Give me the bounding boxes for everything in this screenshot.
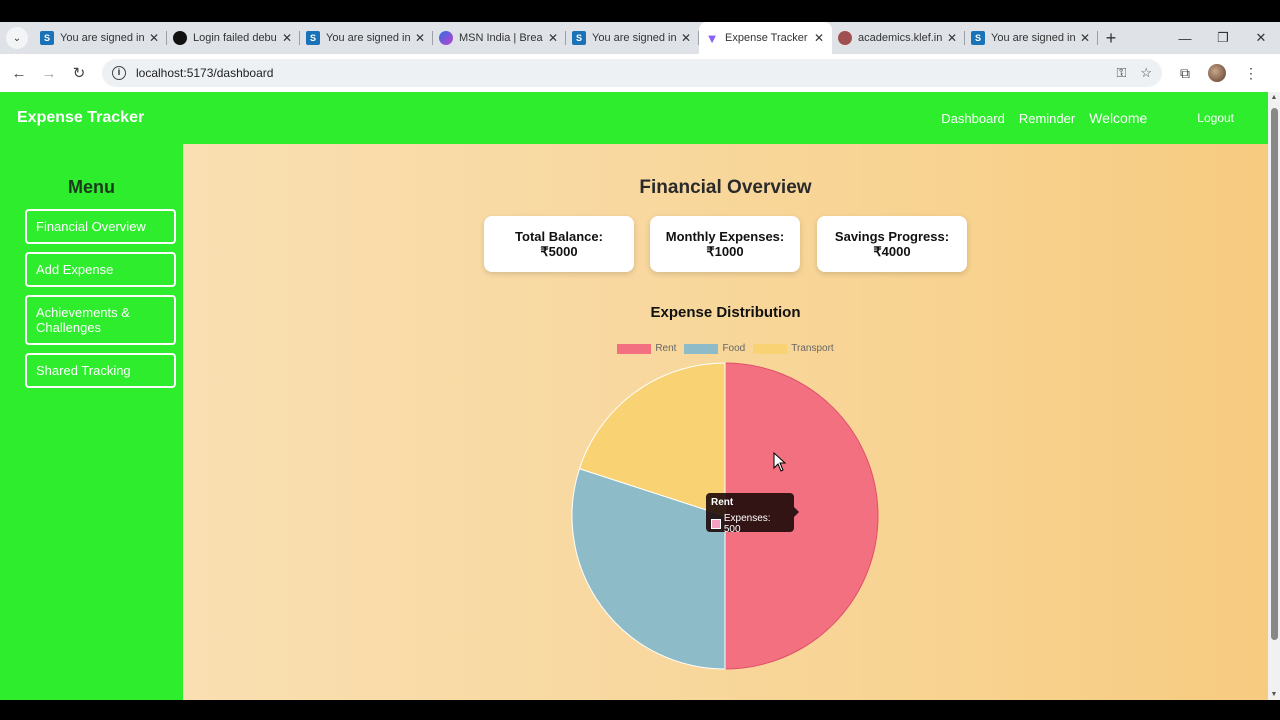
- nav-dashboard-link[interactable]: Dashboard: [941, 111, 1005, 126]
- brand-title: Expense Tracker: [17, 109, 145, 126]
- tooltip-swatch: [711, 519, 721, 529]
- pie-chart[interactable]: [183, 144, 1268, 700]
- tab-title: MSN India | Brea: [459, 32, 543, 44]
- tab-search-button[interactable]: ⌄: [0, 22, 34, 54]
- nav-reminder-link[interactable]: Reminder: [1019, 111, 1075, 126]
- more-menu-icon[interactable]: ⋮: [1244, 65, 1258, 82]
- tab-title: Expense Tracker: [725, 32, 808, 44]
- tab-title: You are signed in: [60, 32, 145, 44]
- tab-close-icon[interactable]: ✕: [149, 31, 159, 45]
- browser-tab[interactable]: ▼ Expense Tracker ✕: [699, 22, 832, 54]
- browser-tab-strip: ⌄ S You are signed in ✕ Login failed debu ✕ S…: [0, 22, 1280, 54]
- page-scrollbar[interactable]: ▲ ▼: [1268, 92, 1280, 700]
- scroll-up-icon[interactable]: ▲: [1270, 94, 1278, 101]
- scrollbar-thumb[interactable]: [1271, 108, 1278, 640]
- browser-tab[interactable]: academics.klef.in ✕: [832, 22, 965, 54]
- sidebar: Menu Financial Overview Add Expense Achi…: [0, 144, 183, 700]
- browser-tab[interactable]: S You are signed in ✕: [566, 22, 699, 54]
- browser-tab[interactable]: S You are signed in ✕: [300, 22, 433, 54]
- tab-close-icon[interactable]: ✕: [1080, 31, 1090, 45]
- tab-favicon-icon: S: [40, 31, 54, 45]
- browser-tab[interactable]: MSN India | Brea ✕: [433, 22, 566, 54]
- address-bar-row: ← → ↻ i localhost:5173/dashboard ⚿ ☆ ⧉ ⋮: [0, 54, 1280, 92]
- tab-title: You are signed in: [592, 32, 677, 44]
- forward-icon[interactable]: →: [34, 65, 64, 82]
- close-window-icon[interactable]: ✕: [1242, 22, 1280, 54]
- welcome-text: Welcome: [1089, 110, 1148, 126]
- screen-top-bar: [0, 0, 1280, 22]
- tab-favicon-icon: S: [306, 31, 320, 45]
- main-content: Financial Overview Total Balance: ₹5000 …: [183, 144, 1268, 700]
- reload-icon[interactable]: ↻: [64, 64, 94, 82]
- screen-bottom-bar: [0, 700, 1280, 720]
- sidebar-item-shared-tracking[interactable]: Shared Tracking: [25, 353, 176, 388]
- profile-avatar[interactable]: [1208, 64, 1226, 82]
- tab-close-icon[interactable]: ✕: [681, 31, 691, 45]
- tab-favicon-icon: [173, 31, 187, 45]
- bookmark-star-icon[interactable]: ☆: [1140, 65, 1152, 81]
- url-text[interactable]: localhost:5173/dashboard: [136, 66, 1116, 80]
- tooltip-title: Rent: [711, 497, 734, 508]
- header-nav: Dashboard Reminder Welcome Logout: [941, 92, 1242, 144]
- tab-title: You are signed in: [991, 32, 1076, 44]
- page-viewport: Expense Tracker Dashboard Reminder Welco…: [0, 92, 1280, 700]
- logout-button[interactable]: Logout: [1189, 107, 1242, 129]
- restore-icon[interactable]: ❐: [1204, 22, 1242, 54]
- password-key-icon[interactable]: ⚿: [1116, 65, 1126, 81]
- tab-close-icon[interactable]: ✕: [415, 31, 425, 45]
- tab-favicon-icon: [439, 31, 453, 45]
- tab-close-icon[interactable]: ✕: [282, 31, 292, 45]
- browser-tab[interactable]: S You are signed in ✕: [965, 22, 1098, 54]
- sidebar-item-achievements[interactable]: Achievements & Challenges: [25, 295, 176, 345]
- app-header: Expense Tracker Dashboard Reminder Welco…: [0, 92, 1268, 144]
- sidebar-item-add-expense[interactable]: Add Expense: [25, 252, 176, 287]
- url-bar[interactable]: i localhost:5173/dashboard ⚿ ☆: [102, 59, 1162, 87]
- chart-tooltip: Rent Expenses: 500: [706, 493, 799, 535]
- chevron-down-icon: ⌄: [6, 27, 28, 49]
- tab-close-icon[interactable]: ✕: [548, 31, 558, 45]
- back-icon[interactable]: ←: [4, 65, 34, 82]
- site-info-icon[interactable]: i: [112, 66, 126, 80]
- browser-tab[interactable]: S You are signed in ✕: [34, 22, 167, 54]
- tab-close-icon[interactable]: ✕: [814, 31, 824, 45]
- minimize-icon[interactable]: —: [1166, 22, 1204, 54]
- browser-tab[interactable]: Login failed debu ✕: [167, 22, 300, 54]
- sidebar-item-financial-overview[interactable]: Financial Overview: [25, 209, 176, 244]
- window-controls: — ❐ ✕: [1166, 22, 1280, 54]
- extensions-icon[interactable]: ⧉: [1180, 65, 1190, 82]
- menu-title: Menu: [68, 177, 115, 197]
- tab-favicon-icon: ▼: [705, 30, 719, 46]
- mouse-cursor-icon: [773, 452, 787, 472]
- scroll-down-icon[interactable]: ▼: [1270, 691, 1278, 698]
- tab-favicon-icon: S: [572, 31, 586, 45]
- tab-title: You are signed in: [326, 32, 411, 44]
- new-tab-button[interactable]: +: [1098, 22, 1124, 54]
- tab-list: S You are signed in ✕ Login failed debu ✕ S Yo…: [34, 22, 1098, 54]
- tab-favicon-icon: [838, 31, 852, 45]
- tooltip-text: Expenses: 500: [723, 513, 771, 535]
- tab-close-icon[interactable]: ✕: [947, 31, 957, 45]
- tab-title: academics.klef.in: [858, 32, 943, 44]
- tab-title: Login failed debu: [193, 32, 277, 44]
- tab-favicon-icon: S: [971, 31, 985, 45]
